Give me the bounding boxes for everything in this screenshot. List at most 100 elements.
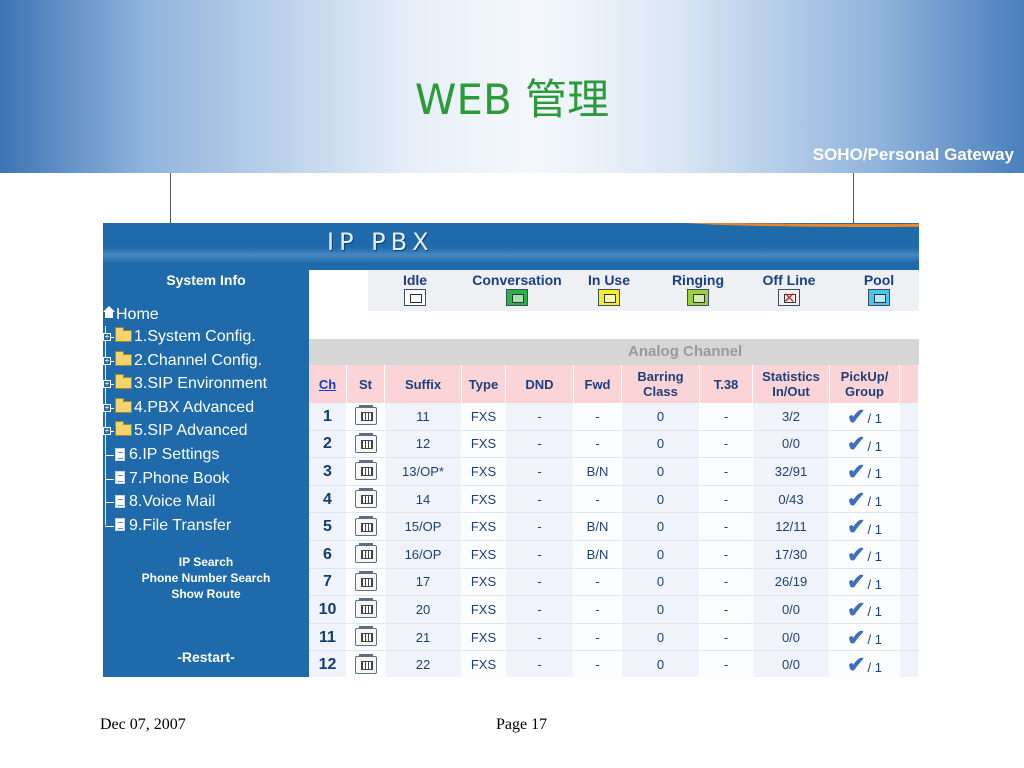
- cell-dnd: -: [506, 430, 574, 459]
- sidebar-item-home[interactable]: Home: [103, 304, 159, 326]
- pickup-group: ✔/ 1: [847, 431, 882, 457]
- cell-suffix: 16/OP: [385, 541, 462, 569]
- column-header-ch[interactable]: Ch: [309, 365, 347, 403]
- cell-fwd: B/N: [574, 513, 622, 541]
- cell-fwd: B/N: [574, 541, 622, 569]
- sidebar-item-1[interactable]: 1.System Config.: [115, 326, 256, 348]
- expand-icon[interactable]: +: [103, 427, 111, 436]
- cell-t38: -: [700, 513, 753, 541]
- cell-ch: 11: [309, 623, 347, 652]
- check-icon: ✔: [847, 431, 866, 457]
- cell-st: [347, 485, 385, 514]
- cell-st: [347, 623, 385, 652]
- pickup-group: ✔/ 1: [847, 626, 882, 648]
- phone-idle-icon: [354, 432, 377, 453]
- cell-ch: 1: [309, 403, 347, 431]
- sidebar-item-label: 2.Channel Config.: [134, 351, 263, 369]
- expand-icon[interactable]: +: [103, 356, 111, 365]
- cell-fwd: -: [574, 485, 622, 514]
- cell-extra: [900, 458, 919, 486]
- cell-t38: -: [700, 458, 753, 486]
- cell-extra: [900, 403, 919, 431]
- sidebar-item-label: Home: [116, 306, 159, 323]
- legend-label: Pool: [863, 272, 895, 288]
- restart-button[interactable]: -Restart-: [103, 649, 309, 665]
- system-info-link[interactable]: System Info: [103, 272, 309, 288]
- cell-group: ✔/ 1: [830, 430, 900, 459]
- table-row[interactable]: 4 14 FXS - -0-0/43 ✔/ 1: [309, 485, 919, 514]
- cell-type: FXS: [462, 568, 506, 597]
- legend-pool: Pool: [829, 270, 919, 311]
- phone-idle-icon: [354, 626, 377, 647]
- table-row[interactable]: 3 13/OP* FXS - B/N 0-32/91 ✔/ 1: [309, 458, 919, 486]
- channel-number: 11: [319, 628, 336, 646]
- table-row[interactable]: 10 20 FXS - -0-0/0 ✔/ 1: [309, 596, 919, 624]
- sidebar-item-7[interactable]: 7.Phone Book: [115, 468, 230, 490]
- check-icon: ✔: [847, 652, 866, 677]
- cell-fwd: -: [574, 430, 622, 459]
- sidebar-item-5[interactable]: 5.SIP Advanced: [115, 420, 248, 442]
- cell-dnd: -: [506, 651, 574, 677]
- table-row[interactable]: 5 15/OP FXS - B/N 0-12/11 ✔/ 1: [309, 513, 919, 541]
- cell-barring: 0: [622, 651, 700, 677]
- sidebar-link-ip-search[interactable]: IP Search: [103, 555, 309, 569]
- cell-stats: 0/0: [753, 430, 830, 459]
- sidebar-item-6[interactable]: 6.IP Settings: [115, 444, 219, 466]
- sidebar-item-3[interactable]: 3.SIP Environment: [115, 373, 267, 395]
- table-row[interactable]: 11 21 FXS - -0-0/0 ✔/ 1: [309, 623, 919, 652]
- cell-suffix: 17: [385, 568, 462, 597]
- table-header-row: Ch St Suffix Type DND Fwd Barring Class T.38 Sta…: [309, 365, 919, 403]
- cell-barring: 0: [622, 403, 700, 431]
- cell-extra: [900, 541, 919, 569]
- expand-icon[interactable]: +: [103, 380, 111, 389]
- expand-icon[interactable]: +: [103, 403, 111, 412]
- cell-t38: -: [700, 485, 753, 514]
- page-icon: [115, 518, 125, 532]
- pickup-group: ✔/ 1: [847, 488, 882, 510]
- cell-fwd: -: [574, 568, 622, 597]
- sidebar-item-label: 5.SIP Advanced: [134, 422, 248, 440]
- page-icon: [115, 471, 125, 485]
- expand-icon[interactable]: +: [103, 333, 111, 341]
- sidebar-link-phone-number-search[interactable]: Phone Number Search: [103, 571, 309, 585]
- cell-st: [347, 541, 385, 569]
- pickup-group: ✔/ 1: [847, 598, 882, 620]
- cell-suffix: 15/OP: [385, 513, 462, 541]
- cell-type: FXS: [462, 651, 506, 677]
- sidebar-item-2[interactable]: 2.Channel Config.: [115, 350, 262, 372]
- table-row[interactable]: 2 12 FXS - -0-0/0 ✔/ 1: [309, 430, 919, 459]
- cell-barring: 0: [622, 596, 700, 624]
- sidebar-item-label: 3.SIP Environment: [134, 375, 268, 393]
- table-row[interactable]: 12 22 FXS - -0-0/0 ✔/ 1: [309, 651, 919, 677]
- cell-t38: -: [700, 541, 753, 569]
- cell-group: ✔/ 1: [830, 458, 900, 486]
- cell-stats: 26/19: [753, 568, 830, 597]
- cell-group: ✔/ 1: [830, 568, 900, 597]
- cell-t38: -: [700, 430, 753, 459]
- pickup-group: ✔/ 1: [847, 516, 882, 538]
- legend-idle: Idle: [365, 270, 465, 311]
- cell-extra: [900, 430, 919, 459]
- check-icon: ✔: [847, 458, 866, 484]
- table-row[interactable]: 7 17 FXS - -0-26/19 ✔/ 1: [309, 568, 919, 597]
- sidebar-item-8[interactable]: 8.Voice Mail: [115, 491, 215, 513]
- cell-stats: 0/0: [753, 651, 830, 677]
- sidebar-item-9[interactable]: 9.File Transfer: [115, 515, 231, 537]
- column-header-type: Type: [462, 365, 506, 403]
- cell-st: [347, 568, 385, 597]
- pbx-web-ui: IP PBX System Info Home +1.System Config.…: [103, 223, 919, 677]
- sidebar-item-4[interactable]: 4.PBX Advanced: [115, 397, 254, 419]
- legend-in-use: In Use: [559, 270, 659, 311]
- cell-dnd: -: [506, 541, 574, 569]
- table-row[interactable]: 6 16/OP FXS - B/N 0-17/30 ✔/ 1: [309, 541, 919, 569]
- cell-ch: 5: [309, 513, 347, 541]
- sidebar-link-show-route[interactable]: Show Route: [103, 587, 309, 601]
- table-row[interactable]: 1 11 FXS - -0-3/2 ✔/ 1: [309, 403, 919, 431]
- group-number: / 1: [867, 438, 882, 454]
- column-header-suffix: Suffix: [385, 365, 462, 403]
- sort-ch-link[interactable]: Ch: [319, 377, 336, 392]
- cell-type: FXS: [462, 623, 506, 652]
- cell-barring: 0: [622, 623, 700, 652]
- cell-ch: 12: [309, 651, 347, 677]
- check-icon: ✔: [847, 569, 866, 595]
